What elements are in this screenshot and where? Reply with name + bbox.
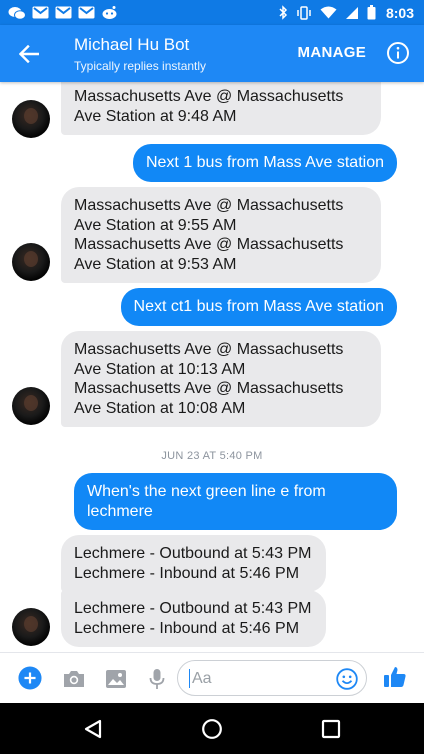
home-circle-icon[interactable] (201, 718, 223, 740)
battery-icon (367, 5, 376, 20)
gmail-icon (55, 6, 72, 19)
plus-icon (18, 666, 42, 690)
camera-icon (64, 671, 84, 687)
message-bubble-incoming[interactable]: Massachusetts Ave @ Massachusetts Ave St… (61, 331, 381, 427)
recents-square-icon[interactable] (320, 718, 342, 740)
message-bubble-incoming[interactable]: Lechmere - Outbound at 5:43 PM Lechmere … (61, 590, 326, 647)
reddit-icon (102, 6, 117, 19)
thumbs-up-icon (384, 667, 406, 687)
camera-button[interactable] (62, 667, 86, 691)
message-composer (0, 652, 424, 704)
plus-button[interactable] (18, 666, 42, 690)
message-bubble-outgoing[interactable]: When's the next green line e from lechme… (74, 473, 397, 530)
avatar[interactable] (12, 100, 50, 138)
avatar[interactable] (12, 387, 50, 425)
system-icons: 8:03 (278, 5, 424, 21)
like-button[interactable] (383, 665, 407, 689)
wifi-icon (320, 6, 337, 19)
message-bubble-outgoing[interactable]: Next ct1 bus from Mass Ave station (120, 288, 397, 326)
gmail-icon (78, 6, 95, 19)
message-bubble-incoming[interactable]: Massachusetts Ave @ Massachusetts Ave St… (61, 82, 381, 135)
message-bubble-incoming[interactable]: Massachusetts Ave @ Massachusetts Ave St… (61, 187, 381, 283)
avatar[interactable] (12, 608, 50, 646)
emoji-icon[interactable] (336, 668, 358, 690)
chat-title: Michael Hu Bot (74, 35, 190, 54)
system-nav-bar (0, 703, 424, 754)
voice-button[interactable] (145, 667, 169, 691)
info-icon[interactable] (386, 41, 410, 65)
wechat-icon (8, 6, 26, 20)
manage-button[interactable]: MANAGE (298, 44, 366, 61)
message-bubble-incoming[interactable]: Lechmere - Outbound at 5:43 PM Lechmere … (61, 535, 326, 592)
message-input[interactable] (190, 668, 334, 690)
status-time: 8:03 (385, 4, 414, 21)
microphone-icon (149, 669, 165, 689)
bluetooth-icon (279, 5, 288, 20)
arrow-left-icon (19, 45, 39, 63)
gallery-button[interactable] (104, 667, 128, 691)
message-list[interactable]: Massachusetts Ave @ Massachusetts Ave St… (0, 82, 424, 652)
vibrate-icon (297, 5, 311, 20)
status-bar: 8:03 (0, 0, 424, 25)
timestamp-divider: JUN 23 AT 5:40 PM (161, 450, 263, 462)
notification-icons (0, 5, 118, 20)
back-button[interactable] (14, 39, 44, 69)
message-input-box[interactable] (177, 660, 367, 696)
chat-subtitle: Typically replies instantly (74, 59, 207, 73)
chat-title-block[interactable]: Michael Hu Bot Typically replies instant… (74, 35, 206, 74)
avatar[interactable] (12, 243, 50, 281)
image-icon (106, 670, 126, 688)
signal-icon (345, 6, 358, 19)
message-bubble-outgoing[interactable]: Next 1 bus from Mass Ave station (132, 144, 397, 182)
chat-header: Michael Hu Bot Typically replies instant… (0, 25, 424, 82)
back-triangle-icon[interactable] (82, 718, 104, 740)
gmail-icon (32, 6, 49, 19)
